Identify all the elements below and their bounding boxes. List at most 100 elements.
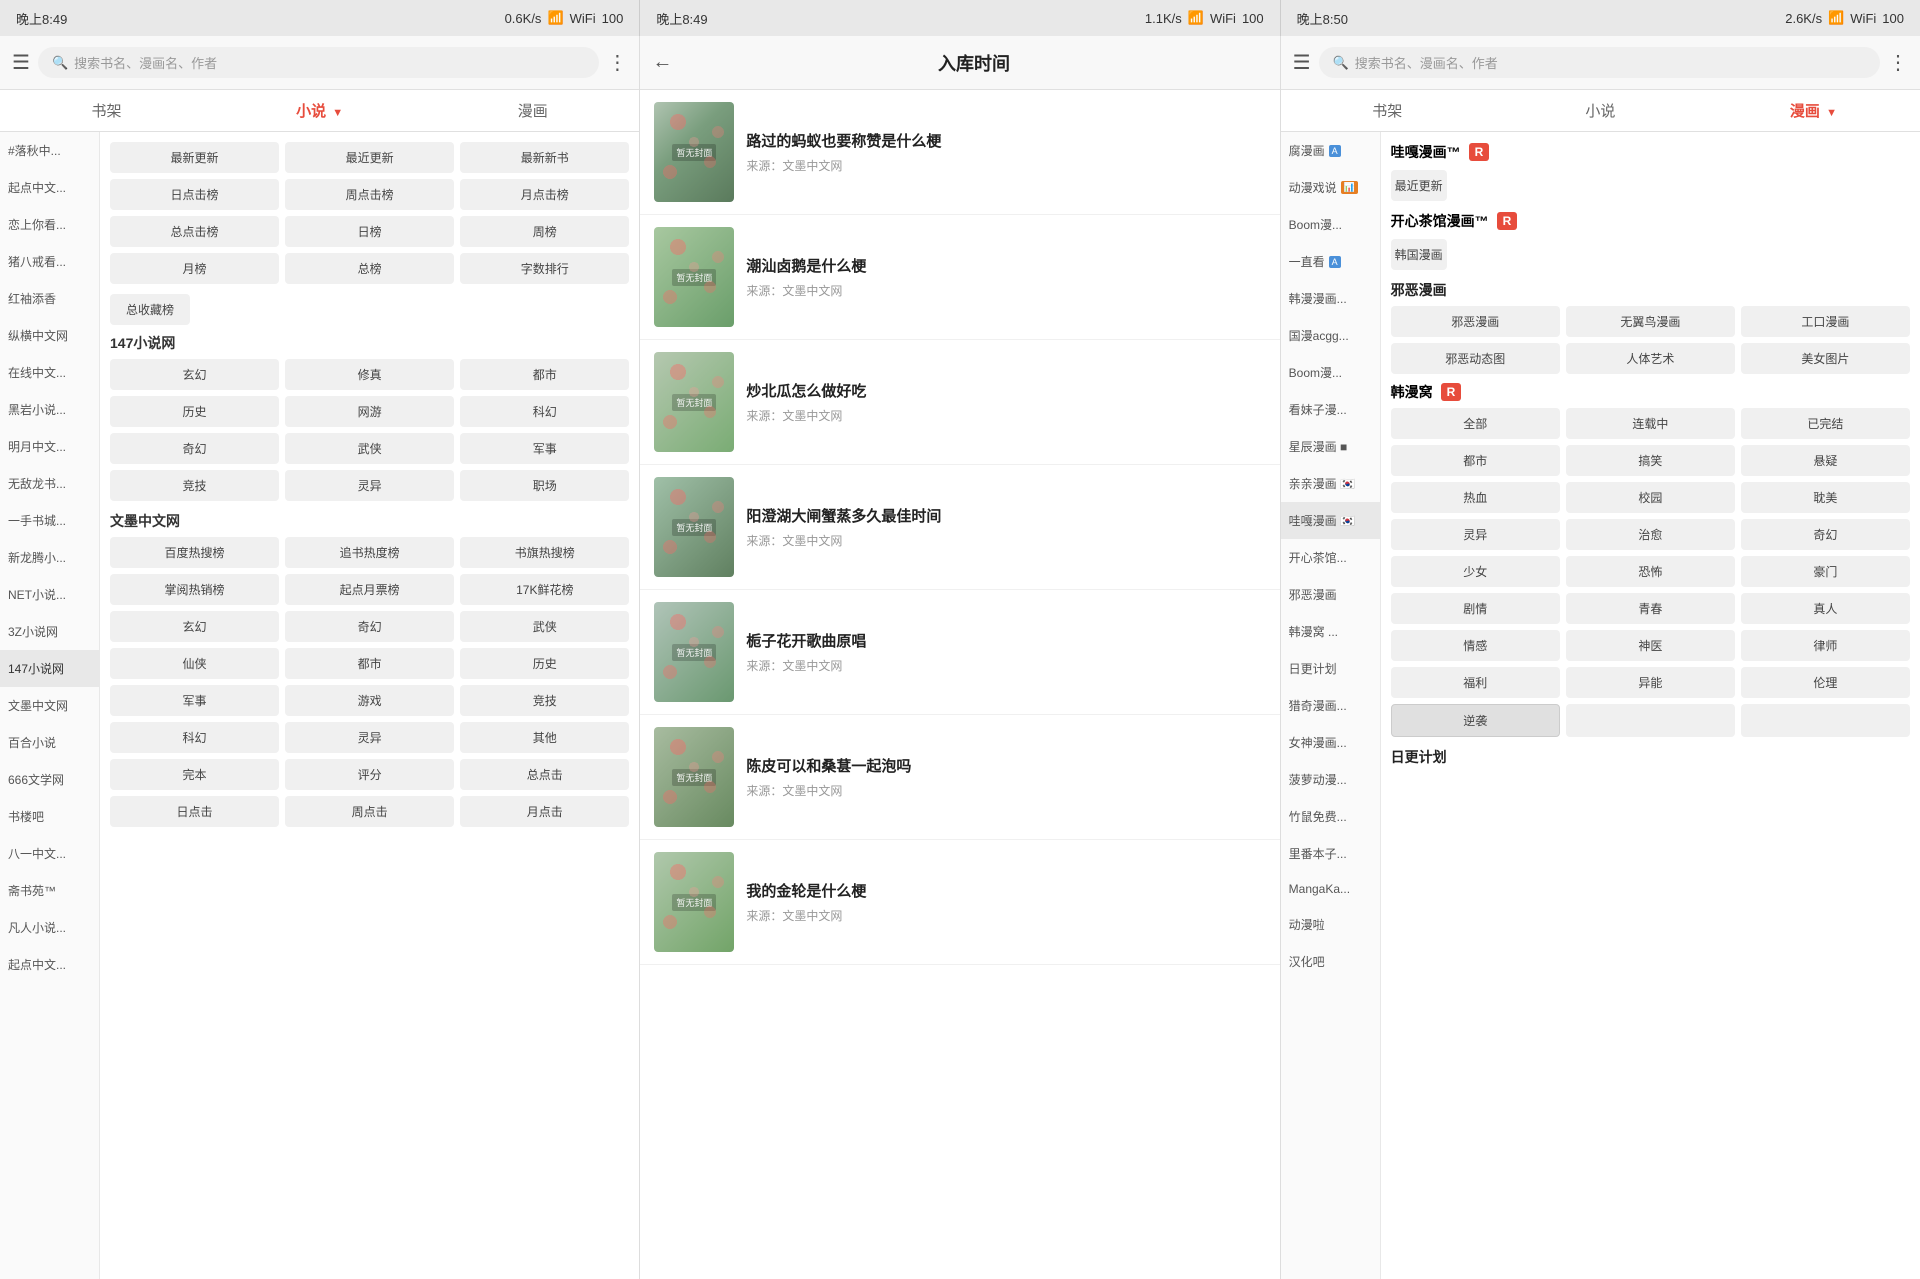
sidebar-item[interactable]: 文墨中文网 <box>0 687 99 724</box>
btn-lishi-2[interactable]: 历史 <box>460 648 629 679</box>
sidebar-item-boluo[interactable]: 菠萝动漫... <box>1281 761 1380 798</box>
sidebar-item-mangaka[interactable]: MangaKa... <box>1281 872 1380 906</box>
sidebar-item-hanmanwo[interactable]: 韩漫窝 ... <box>1281 613 1380 650</box>
btn-doctor[interactable]: 神医 <box>1566 630 1735 661</box>
book-item-4[interactable]: 暂无封面 阳澄湖大闸蟹蒸多久最佳时间 来源：文墨中文网 <box>640 465 1279 590</box>
btn-total-rank[interactable]: 总榜 <box>285 253 454 284</box>
sidebar-item-waga[interactable]: 哇嘎漫画 🇰🇷 <box>1281 502 1380 539</box>
btn-zhichang[interactable]: 职场 <box>460 470 629 501</box>
btn-wuyi-bird[interactable]: 无翼鸟漫画 <box>1566 306 1735 337</box>
sidebar-item-guoman[interactable]: 国漫acgg... <box>1281 317 1380 354</box>
sidebar-item-hanman[interactable]: 韩漫漫画... <box>1281 280 1380 317</box>
btn-drama[interactable]: 剧情 <box>1391 593 1560 624</box>
sidebar-item[interactable]: 无敌龙书... <box>0 465 99 502</box>
btn-superpower[interactable]: 异能 <box>1566 667 1735 698</box>
btn-wanben[interactable]: 完本 <box>110 759 279 790</box>
btn-17k-flower[interactable]: 17K鲜花榜 <box>460 574 629 605</box>
sidebar-item[interactable]: 百合小说 <box>0 724 99 761</box>
btn-campus[interactable]: 校园 <box>1566 482 1735 513</box>
btn-city[interactable]: 都市 <box>1391 445 1560 476</box>
btn-xianxia[interactable]: 仙侠 <box>110 648 279 679</box>
btn-zhuishu-hot[interactable]: 追书热度榜 <box>285 537 454 568</box>
btn-liyi-2[interactable]: 灵异 <box>285 722 454 753</box>
btn-weekly-click[interactable]: 周点击榜 <box>285 179 454 210</box>
btn-latest-update[interactable]: 最新更新 <box>110 142 279 173</box>
sidebar-item-147[interactable]: 147小说网 <box>0 650 99 687</box>
btn-ghost[interactable]: 灵异 <box>1391 519 1560 550</box>
book-item-3[interactable]: 暂无封面 炒北瓜怎么做好吃 来源：文墨中文网 <box>640 340 1279 465</box>
tab-manga-1[interactable]: 漫画 <box>426 90 639 131</box>
tab-novel-3[interactable]: 小说 <box>1494 90 1707 131</box>
btn-xie-manga[interactable]: 邪恶漫画 <box>1391 306 1560 337</box>
btn-weekly-rank[interactable]: 周榜 <box>460 216 629 247</box>
btn-youxi[interactable]: 游戏 <box>285 685 454 716</box>
sidebar-item-qinqin[interactable]: 亲亲漫画 🇰🇷 <box>1281 465 1380 502</box>
sidebar-item-kanmei[interactable]: 看妹子漫... <box>1281 391 1380 428</box>
btn-jingji[interactable]: 竞技 <box>110 470 279 501</box>
btn-wuxia[interactable]: 武侠 <box>285 433 454 464</box>
btn-shuqi-hot[interactable]: 书旗热搜榜 <box>460 537 629 568</box>
sidebar-item-hanhuaba[interactable]: 汉化吧 <box>1281 943 1380 980</box>
btn-word-count[interactable]: 字数排行 <box>460 253 629 284</box>
btn-xuanhuan-2[interactable]: 玄幻 <box>110 611 279 642</box>
btn-liyi[interactable]: 灵异 <box>285 470 454 501</box>
btn-renti[interactable]: 人体艺术 <box>1566 343 1735 374</box>
btn-all[interactable]: 全部 <box>1391 408 1560 439</box>
btn-xiuzhen[interactable]: 修真 <box>285 359 454 390</box>
tab-manga-3[interactable]: 漫画 ▼ <box>1707 90 1920 131</box>
btn-mystery[interactable]: 悬疑 <box>1741 445 1910 476</box>
btn-weekly-click-2[interactable]: 周点击 <box>285 796 454 827</box>
btn-serializing[interactable]: 连载中 <box>1566 408 1735 439</box>
btn-emotion[interactable]: 情感 <box>1391 630 1560 661</box>
btn-qita[interactable]: 其他 <box>460 722 629 753</box>
sidebar-item-nvshen[interactable]: 女神漫画... <box>1281 724 1380 761</box>
btn-daily-rank[interactable]: 日榜 <box>285 216 454 247</box>
sidebar-item-lieqi[interactable]: 猎奇漫画... <box>1281 687 1380 724</box>
btn-danmei[interactable]: 耽美 <box>1741 482 1910 513</box>
sidebar-item[interactable]: 起点中文... <box>0 946 99 983</box>
back-icon[interactable]: ← <box>652 51 672 74</box>
sidebar-item[interactable]: 斋书苑™ <box>0 872 99 909</box>
btn-junshi-2[interactable]: 军事 <box>110 685 279 716</box>
sidebar-item[interactable]: 一手书城... <box>0 502 99 539</box>
more-icon-1[interactable]: ⋮ <box>607 50 627 75</box>
btn-qihuan-2[interactable]: 奇幻 <box>285 611 454 642</box>
sidebar-item[interactable]: 八一中文... <box>0 835 99 872</box>
btn-completed[interactable]: 已完结 <box>1741 408 1910 439</box>
tab-novel-1[interactable]: 小说 ▼ <box>213 90 426 131</box>
book-item-5[interactable]: 暂无封面 栀子花开歌曲原唱 来源：文墨中文网 <box>640 590 1279 715</box>
btn-rich[interactable]: 豪门 <box>1741 556 1910 587</box>
sidebar-item[interactable]: 明月中文... <box>0 428 99 465</box>
search-box-3[interactable]: 🔍 搜索书名、漫画名、作者 <box>1319 47 1880 78</box>
sidebar-item[interactable]: 666文学网 <box>0 761 99 798</box>
btn-fantasy[interactable]: 奇幻 <box>1741 519 1910 550</box>
btn-xuanhuan[interactable]: 玄幻 <box>110 359 279 390</box>
btn-action[interactable]: 热血 <box>1391 482 1560 513</box>
btn-latest-new[interactable]: 最新新书 <box>460 142 629 173</box>
btn-wuxia-2[interactable]: 武侠 <box>460 611 629 642</box>
btn-baidu-hot[interactable]: 百度热搜榜 <box>110 537 279 568</box>
sidebar-item[interactable]: 恋上你看... <box>0 206 99 243</box>
book-item-2[interactable]: 暂无封面 潮汕卤鹅是什么梗 来源：文墨中文网 <box>640 215 1279 340</box>
sidebar-item-liban[interactable]: 里番本子... <box>1281 835 1380 872</box>
btn-counterattack[interactable]: 逆袭 <box>1391 704 1560 737</box>
sidebar-item[interactable]: 纵横中文网 <box>0 317 99 354</box>
btn-dushi-2[interactable]: 都市 <box>285 648 454 679</box>
sidebar-item[interactable]: 凡人小说... <box>0 909 99 946</box>
btn-qidian-ticket[interactable]: 起点月票榜 <box>285 574 454 605</box>
menu-icon-3[interactable]: ☰ <box>1293 50 1311 75</box>
btn-heal[interactable]: 治愈 <box>1566 519 1735 550</box>
btn-recent-update-waga[interactable]: 最近更新 <box>1391 170 1447 201</box>
book-item-7[interactable]: 暂无封面 我的金轮是什么梗 来源：文墨中文网 <box>640 840 1279 965</box>
btn-total-fav[interactable]: 总收藏榜 <box>110 294 190 325</box>
btn-kehuan[interactable]: 科幻 <box>460 396 629 427</box>
btn-pingfen[interactable]: 评分 <box>285 759 454 790</box>
btn-daily-click-2[interactable]: 日点击 <box>110 796 279 827</box>
btn-meinv[interactable]: 美女图片 <box>1741 343 1910 374</box>
btn-daily-click[interactable]: 日点击榜 <box>110 179 279 210</box>
sidebar-item-dongmanxi[interactable]: 动漫戏说 📊 <box>1281 169 1380 206</box>
btn-qihuan[interactable]: 奇幻 <box>110 433 279 464</box>
menu-icon[interactable]: ☰ <box>12 50 30 75</box>
btn-funny[interactable]: 搞笑 <box>1566 445 1735 476</box>
book-item-1[interactable]: 暂无封面 路过的蚂蚁也要称赞是什么梗 来源：文墨中文网 <box>640 90 1279 215</box>
